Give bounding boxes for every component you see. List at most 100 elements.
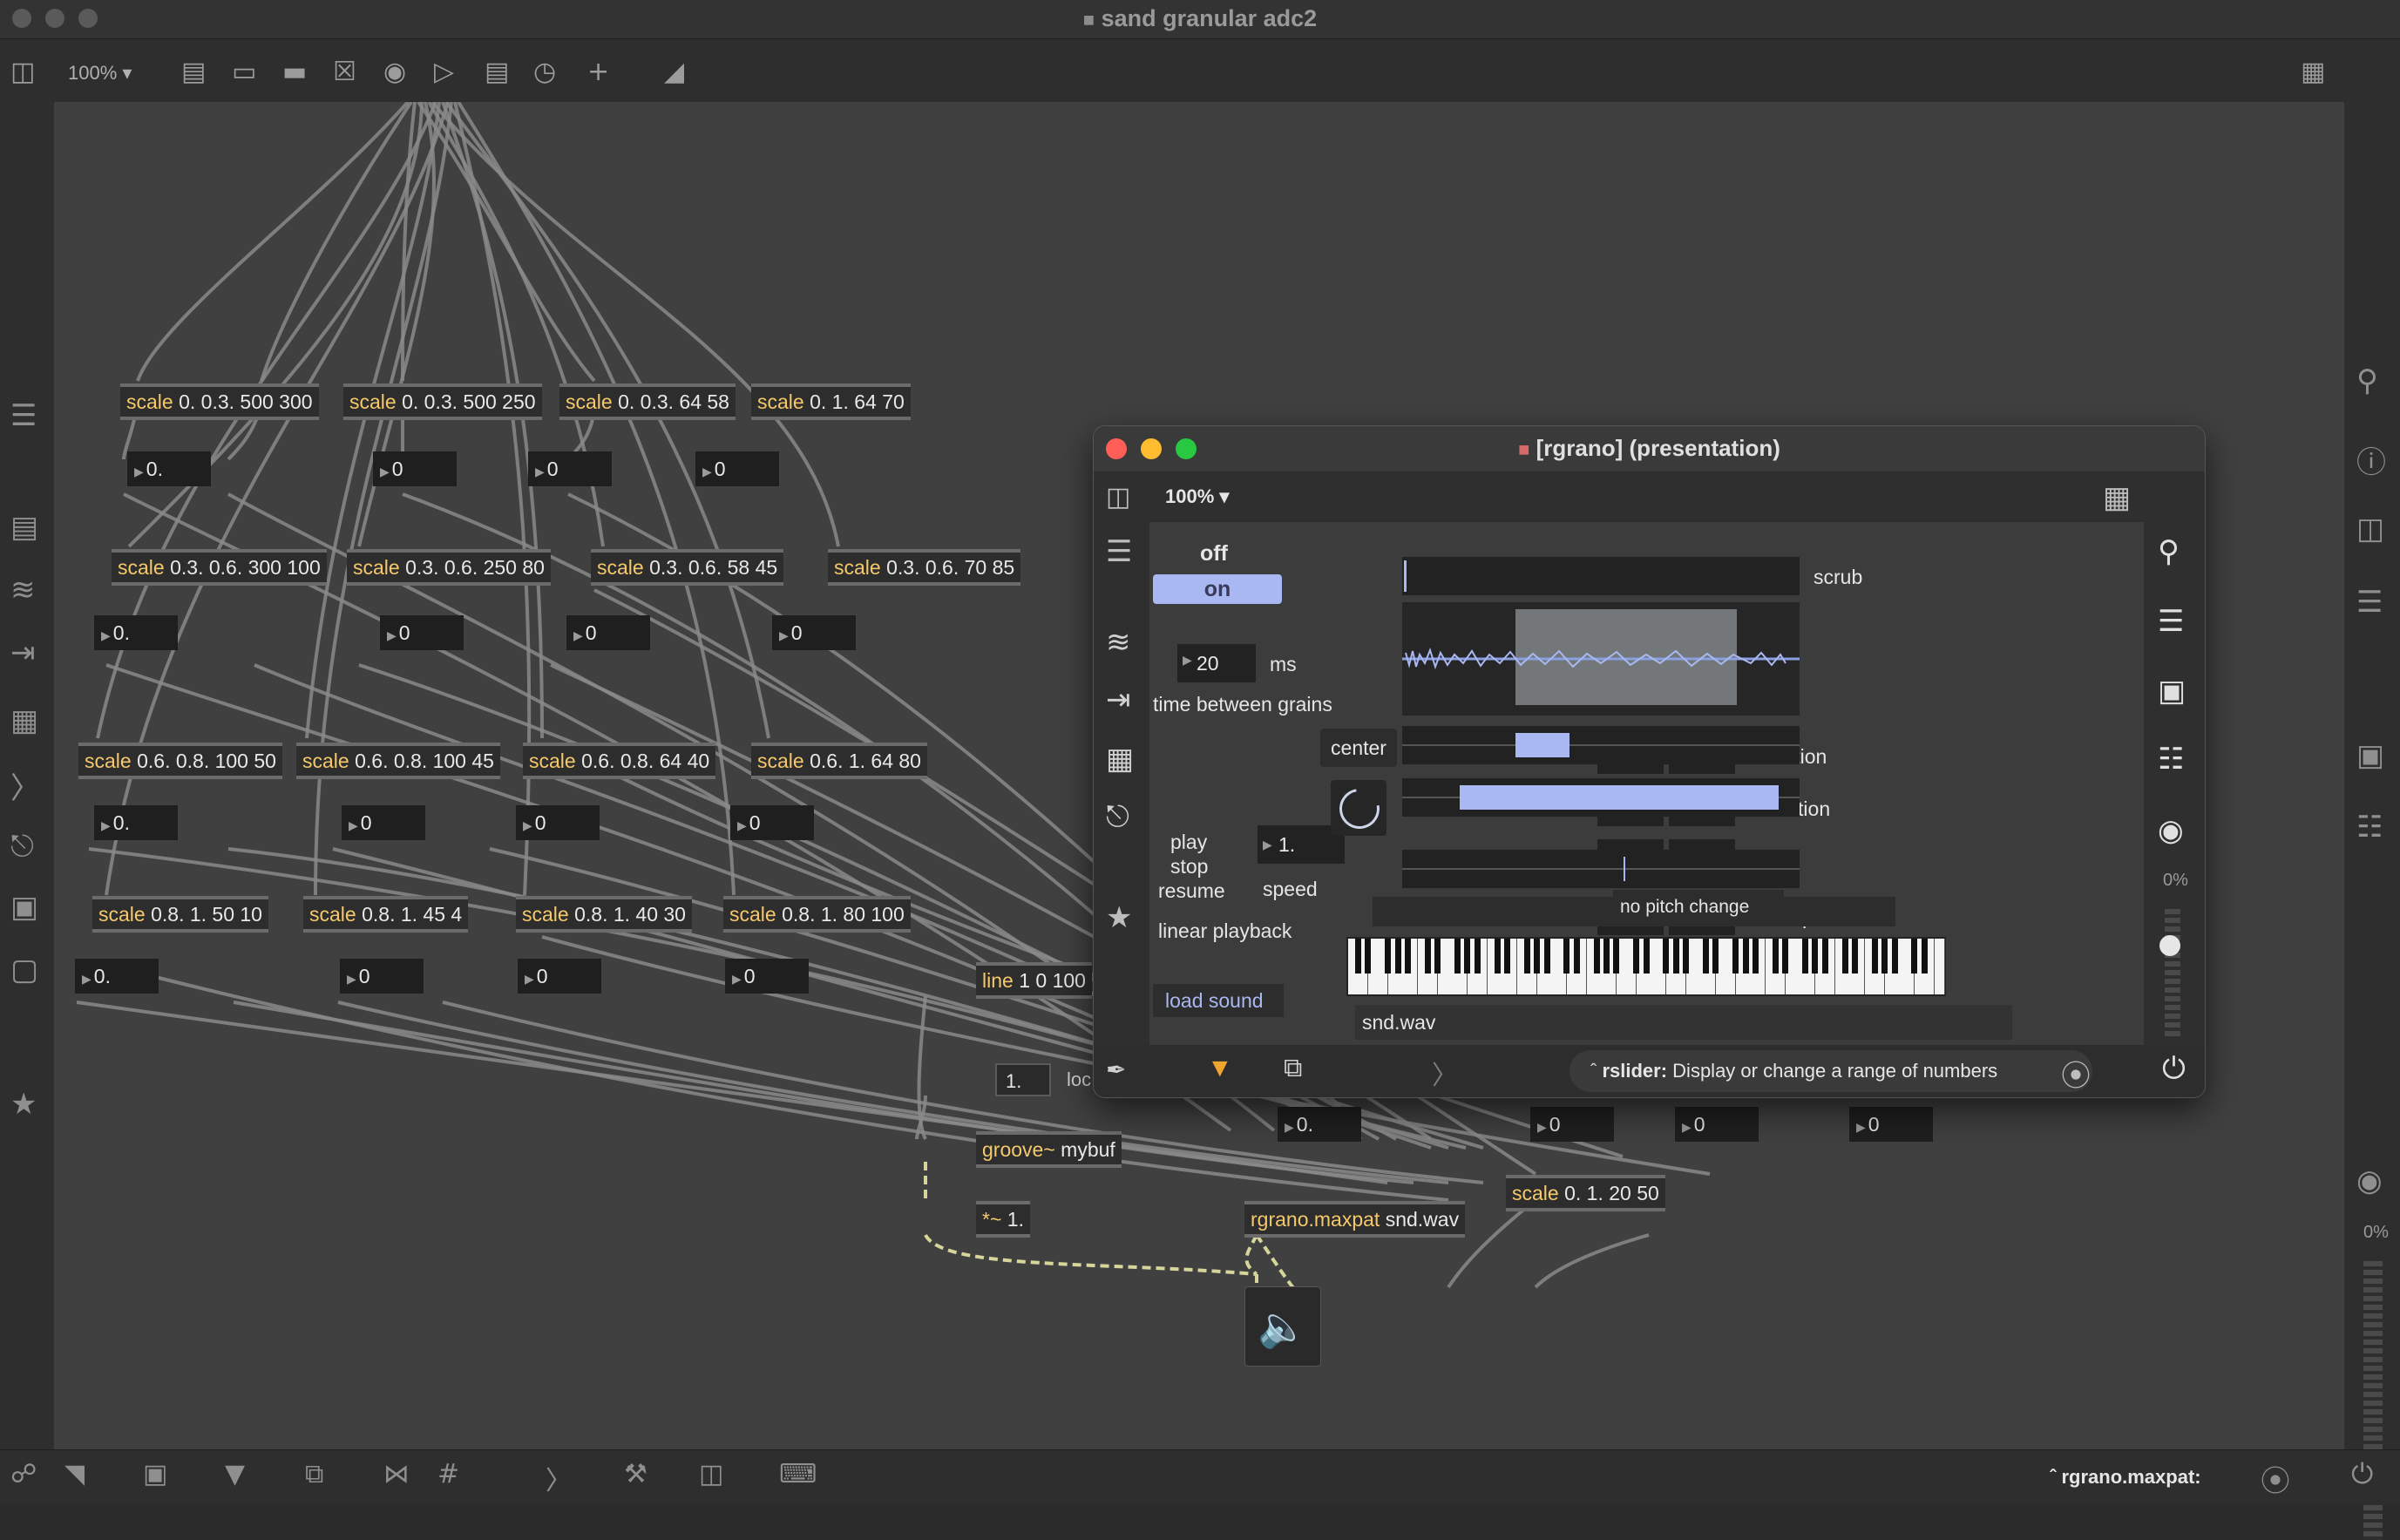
- plug-icon[interactable]: ⎋: [10, 829, 34, 864]
- sidebar-toggle-icon[interactable]: ◫: [1106, 482, 1130, 512]
- scale-object[interactable]: scale 0. 0.3. 64 58: [559, 383, 736, 420]
- duration-range-slider[interactable]: [1402, 726, 1800, 764]
- number-box[interactable]: 0: [695, 451, 779, 486]
- audio-icon[interactable]: ≋: [1106, 625, 1131, 660]
- snippet-icon[interactable]: 〉: [546, 1459, 572, 1497]
- power-icon[interactable]: ⏻: [2351, 1457, 2373, 1491]
- grid-icon[interactable]: #: [437, 1459, 459, 1489]
- zoom-select[interactable]: 100% ▾: [68, 62, 132, 85]
- playback-target-icon[interactable]: ⦿: [2261, 1457, 2290, 1500]
- record-icon[interactable]: ◉: [2158, 813, 2184, 848]
- piano-black-key[interactable]: [1385, 939, 1392, 974]
- piano-black-key[interactable]: [1702, 939, 1709, 974]
- grid-view-icon[interactable]: ▦: [2103, 480, 2131, 515]
- piano-black-key[interactable]: [1683, 939, 1690, 974]
- piano-black-key[interactable]: [1672, 939, 1679, 974]
- piano-black-key[interactable]: [1543, 939, 1550, 974]
- piano-black-key[interactable]: [1891, 939, 1898, 974]
- piano-black-key[interactable]: [1503, 939, 1510, 974]
- paperclip-icon[interactable]: 〉: [10, 764, 40, 807]
- piano-black-key[interactable]: [1782, 939, 1789, 974]
- piano-black-key[interactable]: [1454, 939, 1461, 974]
- edit-mode-icon[interactable]: ✒: [1106, 1055, 1126, 1084]
- float-message-box[interactable]: 1.: [995, 1063, 1051, 1096]
- star-icon[interactable]: ★: [1106, 900, 1132, 935]
- piano-black-key[interactable]: [1712, 939, 1719, 974]
- rotary-dial[interactable]: [1331, 780, 1388, 838]
- piano-keyboard[interactable]: [1346, 937, 1946, 996]
- lock-icon[interactable]: ☍: [10, 1459, 37, 1489]
- off-option[interactable]: off: [1149, 541, 1278, 566]
- camera-icon[interactable]: ▣: [2158, 674, 2186, 709]
- line-object[interactable]: line 1 0 100: [976, 962, 1092, 999]
- scale-object[interactable]: scale 0. 0.3. 500 250: [343, 383, 542, 420]
- piano-black-key[interactable]: [1563, 939, 1570, 974]
- piano-black-key[interactable]: [1801, 939, 1808, 974]
- piano-black-key[interactable]: [1663, 939, 1670, 974]
- frame-icon[interactable]: ▢: [10, 953, 38, 987]
- piano-black-key[interactable]: [1424, 939, 1431, 974]
- piano-black-key[interactable]: [1643, 939, 1650, 974]
- mixer-icon[interactable]: ☷: [2158, 742, 2184, 777]
- paint-bucket-icon[interactable]: ◢: [664, 57, 684, 87]
- presentation-mode-icon[interactable]: ▼: [1207, 1054, 1233, 1083]
- scale-object[interactable]: scale 0. 0.3. 500 300: [120, 383, 319, 420]
- scale-object[interactable]: scale 0. 1. 64 70: [751, 383, 911, 420]
- star-icon[interactable]: ★: [10, 1087, 37, 1122]
- number-box[interactable]: 0: [1675, 1107, 1759, 1142]
- menu-icon[interactable]: ☰: [1106, 534, 1132, 569]
- mixer-icon[interactable]: ☷: [2356, 810, 2383, 845]
- resume-message[interactable]: resume: [1158, 879, 1225, 903]
- number-box[interactable]: 0.: [94, 615, 178, 650]
- piano-black-key[interactable]: [1464, 939, 1471, 974]
- number-box[interactable]: 0: [373, 451, 457, 486]
- grid-view-icon[interactable]: ▦: [2301, 57, 2325, 87]
- piano-black-key[interactable]: [1434, 939, 1441, 974]
- columns-icon[interactable]: ◫: [699, 1459, 723, 1489]
- piano-black-key[interactable]: [1523, 939, 1530, 974]
- playback-target-icon[interactable]: ⦿: [2061, 1052, 2091, 1095]
- new-view-icon[interactable]: ⧉: [305, 1459, 323, 1489]
- load-sound-button[interactable]: load sound: [1153, 984, 1284, 1017]
- button-object-icon[interactable]: ◉: [383, 57, 406, 87]
- piano-black-key[interactable]: [1603, 939, 1610, 974]
- columns-icon[interactable]: ◫: [2356, 512, 2384, 546]
- media-icon[interactable]: ▷: [434, 57, 454, 87]
- piano-black-key[interactable]: [1772, 939, 1779, 974]
- sidebar-toggle-icon[interactable]: ◫: [10, 57, 35, 87]
- number-box[interactable]: 0: [380, 615, 464, 650]
- comment-icon[interactable]: ▬: [282, 57, 307, 87]
- number-box[interactable]: 0: [725, 959, 809, 994]
- message-box-icon[interactable]: ▭: [232, 57, 256, 87]
- scale-object[interactable]: scale 0.8. 1. 50 10: [92, 896, 268, 933]
- scale-object[interactable]: scale 0.8. 1. 45 4: [303, 896, 469, 933]
- snippet-icon[interactable]: 〉: [1432, 1054, 1458, 1092]
- search-icon[interactable]: ⚲: [2158, 534, 2180, 569]
- dial-object-icon[interactable]: ◷: [533, 57, 556, 87]
- number-box[interactable]: 0: [1849, 1107, 1933, 1142]
- piano-black-key[interactable]: [1871, 939, 1878, 974]
- number-box[interactable]: 0: [518, 959, 601, 994]
- piano-black-key[interactable]: [1821, 939, 1828, 974]
- piano-black-key[interactable]: [1613, 939, 1620, 974]
- piano-black-key[interactable]: [1752, 939, 1759, 974]
- piano-black-key[interactable]: [1494, 939, 1501, 974]
- new-view-icon[interactable]: ⧉: [1284, 1054, 1302, 1083]
- speaker-output-icon[interactable]: 🔈: [1244, 1286, 1321, 1367]
- sequence-icon[interactable]: ⇥: [10, 635, 36, 670]
- scale-object[interactable]: scale 0.6. 0.8. 100 50: [78, 743, 282, 779]
- piano-black-key[interactable]: [1534, 939, 1541, 974]
- camera-icon[interactable]: ▣: [2356, 738, 2384, 773]
- number-box[interactable]: 0.: [1278, 1107, 1361, 1142]
- inspector-icon[interactable]: ▤: [10, 510, 38, 545]
- number-box[interactable]: 0: [528, 451, 612, 486]
- number-box[interactable]: 0.: [75, 959, 159, 994]
- record-icon[interactable]: ◉: [2356, 1163, 2383, 1198]
- device-icon[interactable]: ▣: [10, 890, 38, 925]
- on-option[interactable]: on: [1153, 574, 1282, 604]
- number-box[interactable]: 0.: [94, 805, 178, 840]
- scale-object[interactable]: scale 0.6. 1. 64 80: [751, 743, 927, 779]
- list-icon[interactable]: ☰: [2158, 604, 2184, 639]
- piano-black-key[interactable]: [1812, 939, 1819, 974]
- piano-black-key[interactable]: [1841, 939, 1848, 974]
